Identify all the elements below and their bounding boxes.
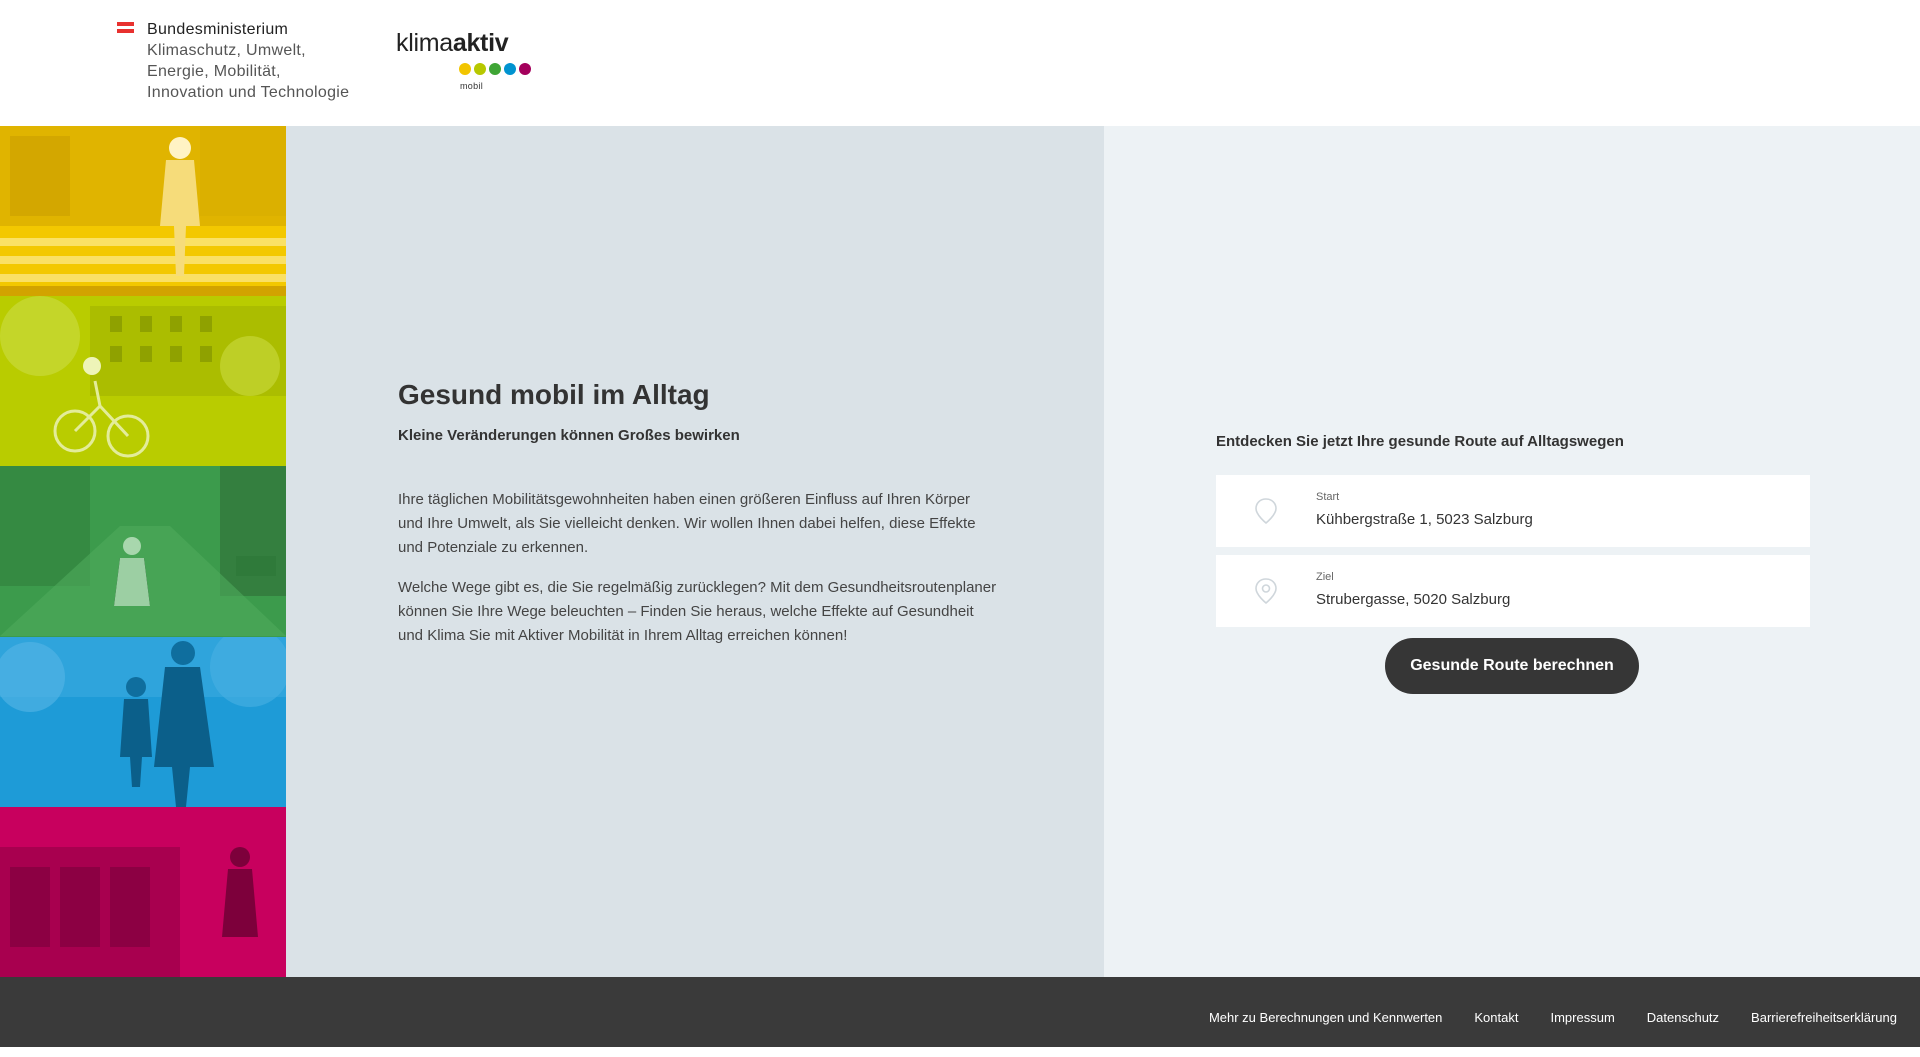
calculate-route-button[interactable]: Gesunde Route berechnen (1385, 638, 1639, 694)
klimaaktiv-wordmark-regular: klima (396, 29, 453, 57)
route-planner-heading: Entdecken Sie jetzt Ihre gesunde Route a… (1216, 433, 1624, 450)
klimaaktiv-mobil-logo[interactable]: klimaaktiv mobil (396, 28, 536, 98)
intro-panel: Gesund mobil im Alltag Kleine Veränderun… (286, 126, 1104, 977)
footer-link-accessibility[interactable]: Barrierefreiheitserklärung (1751, 1010, 1897, 1025)
logo-dot (504, 63, 516, 75)
klimaaktiv-color-dots-icon (459, 63, 531, 75)
intro-paragraph: Welche Wege gibt es, die Sie regelmäßig … (398, 579, 997, 644)
route-planner-form: Entdecken Sie jetzt Ihre gesunde Route a… (1216, 432, 1810, 694)
ministry-name-line: Energie, Mobilität, (147, 63, 281, 80)
bus-passenger-photo (0, 806, 286, 978)
footer-link-calculations[interactable]: Mehr zu Berechnungen und Kennwerten (1209, 1010, 1442, 1025)
footer-link-contact[interactable]: Kontakt (1474, 1010, 1518, 1025)
logo-dot (489, 63, 501, 75)
page-title: Gesund mobil im Alltag (398, 379, 710, 410)
start-field-label: Start (1316, 491, 1340, 503)
photo-strip (0, 126, 286, 978)
ministry-name-line: Innovation und Technologie (147, 84, 350, 101)
footer-nav: Mehr zu Berechnungen und Kennwerten Kont… (1209, 977, 1897, 1057)
map-pin-outline-icon (1255, 498, 1277, 525)
destination-field[interactable]: Ziel (1216, 555, 1810, 627)
footer-link-imprint[interactable]: Impressum (1550, 1010, 1614, 1025)
start-field[interactable]: Start (1216, 475, 1810, 547)
intro-paragraph: Ihre täglichen Mobilitätsgewohnheiten ha… (398, 491, 976, 556)
logo-dot (474, 63, 486, 75)
austria-flag-icon (117, 22, 134, 34)
page-subtitle: Kleine Veränderungen können Großes bewir… (398, 427, 740, 444)
klimaaktiv-sub-label: mobil (460, 81, 484, 91)
ministry-name-line: Klimaschutz, Umwelt, (147, 42, 306, 59)
site-header: Bundesministerium Klimaschutz, Umwelt, E… (0, 0, 1920, 126)
route-planner-panel: Entdecken Sie jetzt Ihre gesunde Route a… (1104, 126, 1920, 977)
map-pin-target-icon (1255, 578, 1277, 605)
logo-dot (459, 63, 471, 75)
destination-field-label: Ziel (1316, 571, 1334, 583)
intro-content: Gesund mobil im Alltag Kleine Veränderun… (398, 378, 998, 664)
klimaaktiv-wordmark: klimaaktiv (396, 28, 536, 58)
cyclist-photo (0, 296, 286, 467)
logo-dot (519, 63, 531, 75)
start-input[interactable] (1316, 511, 1776, 528)
ministry-name-line: Bundesministerium (147, 21, 289, 38)
pedestrian-crossing-photo (0, 126, 286, 297)
family-walking-photo (0, 636, 286, 807)
site-footer: Mehr zu Berechnungen und Kennwerten Kont… (0, 977, 1920, 1047)
ministry-name: Bundesministerium Klimaschutz, Umwelt, E… (147, 19, 349, 103)
street-walker-photo (0, 466, 286, 637)
klimaaktiv-wordmark-bold: aktiv (452, 29, 509, 57)
footer-link-privacy[interactable]: Datenschutz (1647, 1010, 1719, 1025)
destination-input[interactable] (1316, 591, 1776, 608)
